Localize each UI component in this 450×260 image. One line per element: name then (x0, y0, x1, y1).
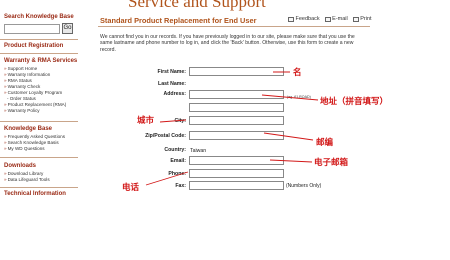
arrow-address (261, 94, 319, 101)
arrow-email (269, 159, 313, 163)
annotation-email: 电子邮箱 (314, 158, 349, 168)
arrow-zip (263, 132, 314, 141)
annotation-zip: 邮编 (316, 138, 334, 148)
arrow-phone (145, 171, 189, 186)
annotation-phone: 电话 (122, 183, 140, 193)
annotation-name: 名 (293, 68, 302, 78)
annotation-address: 地址（拼音填写） (320, 97, 389, 107)
arrow-city (159, 119, 187, 123)
annotation-city: 城市 (137, 116, 155, 126)
annotation-arrows (145, 71, 319, 186)
